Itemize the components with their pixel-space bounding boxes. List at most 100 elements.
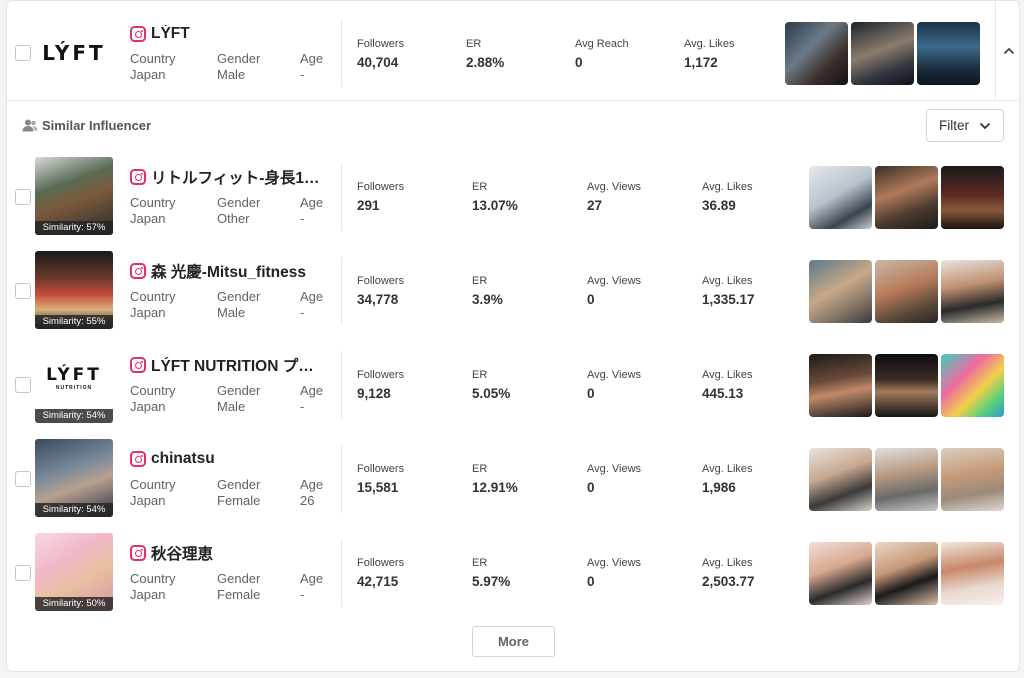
stat-label: Followers bbox=[357, 369, 405, 381]
age-label: Age bbox=[300, 51, 324, 66]
post-thumbnail[interactable] bbox=[809, 542, 872, 605]
stat-label: Avg. Views bbox=[587, 463, 642, 475]
avg-views-value: 27 bbox=[587, 198, 603, 213]
stat-label: Followers bbox=[357, 463, 405, 475]
more-button[interactable]: More bbox=[472, 626, 555, 657]
er-value: 12.91% bbox=[472, 480, 518, 495]
row-divider bbox=[341, 351, 342, 419]
age-label: Age bbox=[300, 477, 324, 492]
post-thumbnail[interactable] bbox=[875, 542, 938, 605]
similarity-badge: Similarity: 54% bbox=[35, 409, 113, 423]
followers-value: 15,581 bbox=[357, 480, 399, 495]
post-thumbnail[interactable] bbox=[941, 166, 1004, 229]
age-value: - bbox=[300, 305, 305, 320]
similarity-badge: Similarity: 50% bbox=[35, 597, 113, 611]
post-thumbnail[interactable] bbox=[809, 260, 872, 323]
post-thumbnail[interactable] bbox=[809, 354, 872, 417]
post-thumbnail[interactable] bbox=[917, 22, 980, 85]
stat-label: Avg. Views bbox=[587, 275, 642, 287]
gender-meta: Gender Male bbox=[217, 383, 260, 415]
post-thumbnail[interactable] bbox=[875, 354, 938, 417]
avg-views-value: 0 bbox=[587, 292, 595, 307]
row-checkbox[interactable] bbox=[15, 565, 31, 581]
influencer-name-line[interactable]: chinatsu bbox=[130, 448, 215, 470]
gender-meta: Gender Male bbox=[217, 51, 260, 83]
avg-views-value: 0 bbox=[587, 386, 595, 401]
stat-label: Avg. Likes bbox=[702, 275, 753, 287]
brand-logo: LÝFT NUTRITION bbox=[35, 353, 113, 403]
country-value: Japan bbox=[130, 305, 166, 320]
avg-views-value: 0 bbox=[587, 480, 595, 495]
influencer-name-line[interactable]: LÝFT NUTRITION プ… bbox=[130, 354, 314, 376]
country-label: Country bbox=[130, 571, 176, 586]
post-thumbnail[interactable] bbox=[941, 354, 1004, 417]
gender-label: Gender bbox=[217, 571, 261, 586]
post-thumbnail[interactable] bbox=[875, 448, 938, 511]
gender-value: Female bbox=[217, 493, 261, 508]
row-checkbox[interactable] bbox=[15, 471, 31, 487]
post-thumbnail[interactable] bbox=[941, 448, 1004, 511]
followers-value: 34,778 bbox=[357, 292, 399, 307]
post-thumbnail[interactable] bbox=[941, 260, 1004, 323]
post-thumbnail[interactable] bbox=[851, 22, 914, 85]
age-value: - bbox=[300, 67, 305, 82]
influencer-avatar[interactable]: Similarity: 57% bbox=[35, 157, 113, 235]
influencer-avatar[interactable]: Similarity: 54% bbox=[35, 439, 113, 517]
avg-likes-value: 1,986 bbox=[702, 480, 736, 495]
post-thumbnail[interactable] bbox=[875, 166, 938, 229]
row-checkbox[interactable] bbox=[15, 189, 31, 205]
age-label: Age bbox=[300, 195, 324, 210]
age-meta: Age - bbox=[300, 51, 323, 83]
instagram-icon bbox=[130, 357, 146, 373]
country-label: Country bbox=[130, 195, 176, 210]
age-label: Age bbox=[300, 383, 324, 398]
row-checkbox[interactable] bbox=[15, 377, 31, 393]
chevron-up-icon bbox=[1003, 47, 1014, 55]
similarity-badge: Similarity: 55% bbox=[35, 315, 113, 329]
avg-likes-value: 2,503.77 bbox=[702, 574, 755, 589]
influencer-name: chinatsu bbox=[151, 450, 215, 467]
post-thumbnail[interactable] bbox=[785, 22, 848, 85]
country-meta: Country Japan bbox=[130, 383, 176, 415]
filter-button[interactable]: Filter bbox=[926, 109, 1004, 142]
gender-value: Male bbox=[217, 67, 246, 82]
stat-label: ER bbox=[466, 38, 482, 50]
influencer-name-line[interactable]: 秋谷理恵 bbox=[130, 542, 213, 564]
post-thumbnail[interactable] bbox=[941, 542, 1004, 605]
main-influencer-checkbox[interactable] bbox=[15, 45, 31, 61]
stat-label: ER bbox=[472, 181, 488, 193]
gender-meta: Gender Male bbox=[217, 289, 260, 321]
brand-logo-text: LÝFT bbox=[46, 365, 102, 385]
gender-label: Gender bbox=[217, 51, 261, 66]
row-divider bbox=[341, 163, 342, 231]
row-checkbox[interactable] bbox=[15, 283, 31, 299]
gender-label: Gender bbox=[217, 477, 261, 492]
influencer-name-line[interactable]: リトルフィット-身長1… bbox=[130, 166, 319, 188]
influencer-avatar[interactable]: Similarity: 50% bbox=[35, 533, 113, 611]
avg-likes-value: 1,172 bbox=[684, 55, 718, 70]
influencer-avatar[interactable]: LÝFT NUTRITION Similarity: 54% bbox=[35, 345, 113, 423]
filter-label: Filter bbox=[939, 118, 969, 133]
post-thumbnail[interactable] bbox=[809, 448, 872, 511]
collapse-button[interactable] bbox=[995, 1, 1021, 101]
stat-label: ER bbox=[472, 463, 488, 475]
similar-header: Similar Influencer bbox=[22, 118, 151, 133]
stat-label: ER bbox=[472, 369, 488, 381]
chevron-down-icon bbox=[979, 122, 991, 129]
post-thumbnail[interactable] bbox=[875, 260, 938, 323]
influencer-name-line[interactable]: 森 光慶-Mitsu_fitness bbox=[130, 260, 306, 282]
instagram-icon bbox=[130, 545, 146, 561]
main-influencer-name-line[interactable]: LÝFT bbox=[130, 23, 190, 45]
country-meta: Country Japan bbox=[130, 195, 176, 227]
influencer-avatar[interactable]: Similarity: 55% bbox=[35, 251, 113, 329]
er-value: 2.88% bbox=[466, 55, 505, 70]
avg-likes-value: 1,335.17 bbox=[702, 292, 755, 307]
followers-value: 40,704 bbox=[357, 55, 399, 70]
gender-value: Other bbox=[217, 211, 250, 226]
stat-label: Avg. Likes bbox=[684, 38, 735, 50]
similar-title: Similar Influencer bbox=[42, 118, 152, 133]
avg-likes-value: 445.13 bbox=[702, 386, 744, 401]
stat-label: Avg. Likes bbox=[702, 463, 753, 475]
er-value: 13.07% bbox=[472, 198, 518, 213]
post-thumbnail[interactable] bbox=[809, 166, 872, 229]
